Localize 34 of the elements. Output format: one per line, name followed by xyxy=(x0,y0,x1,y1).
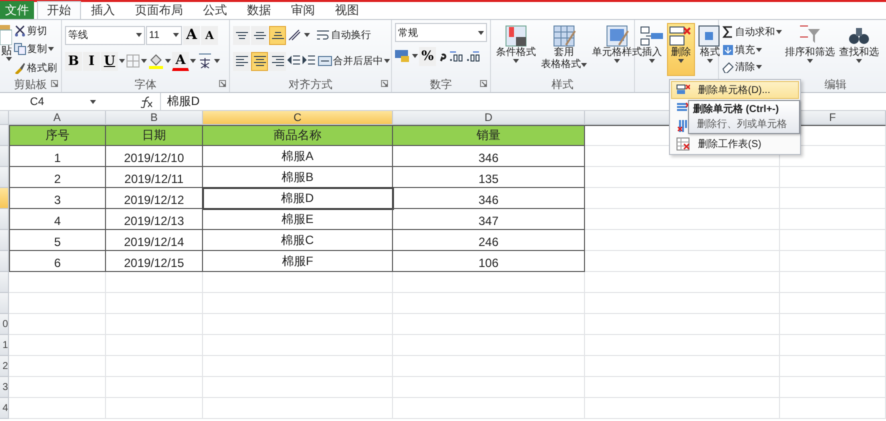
table-cell: 5 xyxy=(9,230,106,251)
table-cell: 106 xyxy=(393,251,585,272)
table-cell: 2019/12/14 xyxy=(106,230,203,251)
header-cell: 日期 xyxy=(106,125,203,146)
group-label: 剪贴板 xyxy=(14,78,47,92)
table-cell: 2019/12/12 xyxy=(106,188,203,209)
table-cell: 2 xyxy=(9,167,106,188)
table-cell: 2019/12/15 xyxy=(106,251,203,272)
table-cell: 棉服D xyxy=(203,188,393,209)
table-cell: 4 xyxy=(9,209,106,230)
group-label: 样式 xyxy=(552,78,574,92)
table-cell: 1 xyxy=(9,146,106,167)
table-cell: 6 xyxy=(9,251,106,272)
table-cell: 135 xyxy=(393,167,585,188)
header-cell: 商品名称 xyxy=(203,125,393,146)
table-cell: 2019/12/13 xyxy=(106,209,203,230)
table-cell: 346 xyxy=(393,188,585,209)
table-cell: 2019/12/11 xyxy=(106,167,203,188)
table-cell: 棉服F xyxy=(203,251,393,272)
group-label: 对齐方式 xyxy=(288,78,332,92)
table-cell: 棉服A xyxy=(203,146,393,167)
table-cell: 246 xyxy=(393,230,585,251)
table-cell: 347 xyxy=(393,209,585,230)
table-cell: 棉服C xyxy=(203,230,393,251)
group-label: 编辑 xyxy=(824,78,846,92)
header-cell: 销量 xyxy=(393,125,585,146)
table-cell: 棉服B xyxy=(203,167,393,188)
group-label: 数字 xyxy=(430,78,452,92)
table-cell: 2019/12/10 xyxy=(106,146,203,167)
header-cell: 序号 xyxy=(9,125,106,146)
table-cell: 棉服E xyxy=(203,209,393,230)
group-label: 字体 xyxy=(134,78,156,92)
table-cell: 3 xyxy=(9,188,106,209)
table-cell: 346 xyxy=(393,146,585,167)
